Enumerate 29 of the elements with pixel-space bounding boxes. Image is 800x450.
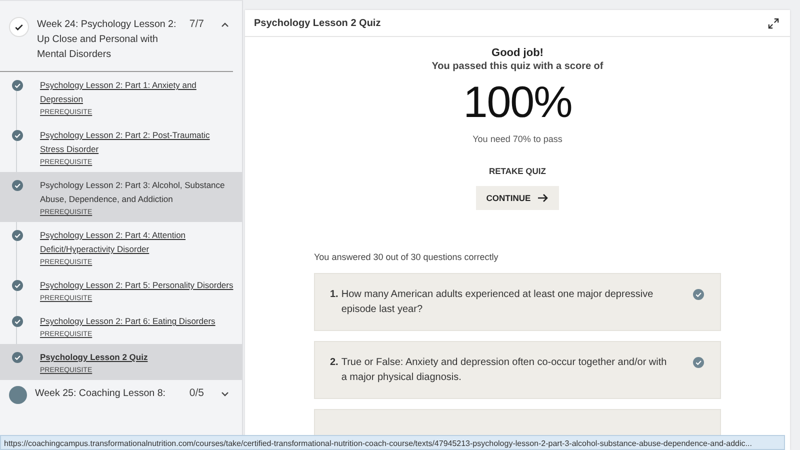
quiz-title: Psychology Lesson 2 Quiz xyxy=(254,18,381,28)
lesson-title: Psychology Lesson 2 Quiz xyxy=(40,351,148,364)
question-number: 2. xyxy=(330,356,338,370)
question-text: How many American adults experienced at least one major depressive episode last year? xyxy=(341,288,654,317)
week-title: Week 25: Coaching Lesson 8: xyxy=(35,387,167,401)
question-text: True or False: Anxiety and depression often co-occur together and/or with a major physical diagnosis. xyxy=(341,356,668,385)
result-subtitle: You passed this quiz with a score of xyxy=(432,61,604,72)
answer-summary: You answered 30 out of 30 questions correctly xyxy=(314,252,500,262)
week-progress: 0/5 xyxy=(189,386,204,401)
pass-requirement: You need 70% to pass xyxy=(472,134,562,144)
lesson-title: Psychology Lesson 2: Part 1: Anxiety and Depression xyxy=(40,79,198,106)
week-progress: 7/7 xyxy=(189,17,204,32)
retake-quiz-button[interactable]: RETAKE QUIZ xyxy=(485,162,550,180)
lesson-title: Psychology Lesson 2: Part 3: Alcohol, Substance Abuse, Dependence, and Addiction xyxy=(40,179,226,206)
expand-icon[interactable] xyxy=(768,18,779,28)
score: 100% xyxy=(463,78,572,128)
lesson-title: Psychology Lesson 2: Part 2: Post-Traumatic Stress Disorder xyxy=(40,129,211,156)
continue-button[interactable]: CONTINUE xyxy=(476,186,559,210)
week-header[interactable]: Week 25: Coaching Lesson 8: 0/5 xyxy=(0,380,242,410)
week-title: Week 24: Psychology Lesson 2: Up Close and Personal with Mental Disorders xyxy=(37,18,178,62)
lesson-title: Psychology Lesson 2: Part 4: Attention Deficit/Hyperactivity Disorder xyxy=(40,229,187,256)
lesson-title: Psychology Lesson 2: Part 5: Personality Disorders xyxy=(40,279,234,292)
chevron-icon[interactable] xyxy=(220,389,230,399)
question-number: 1. xyxy=(330,288,338,302)
status-bar-url: https://coachingcampus.transformationalnutrition.com/courses/take/certified-transformational-nutrition-coach-course/texts/47945213-psychology-lesson-2-part-3-alcohol-substance-abuse-dependence-and-addic... xyxy=(0,435,785,450)
arrow-right-icon xyxy=(536,193,549,203)
result-heading: Good job! xyxy=(492,47,544,59)
lesson-title: Psychology Lesson 2: Part 6: Eating Disorders xyxy=(40,315,216,328)
week-header[interactable]: Week 24: Psychology Lesson 2: Up Close and Personal with Mental Disorders 7/7 xyxy=(0,11,242,68)
